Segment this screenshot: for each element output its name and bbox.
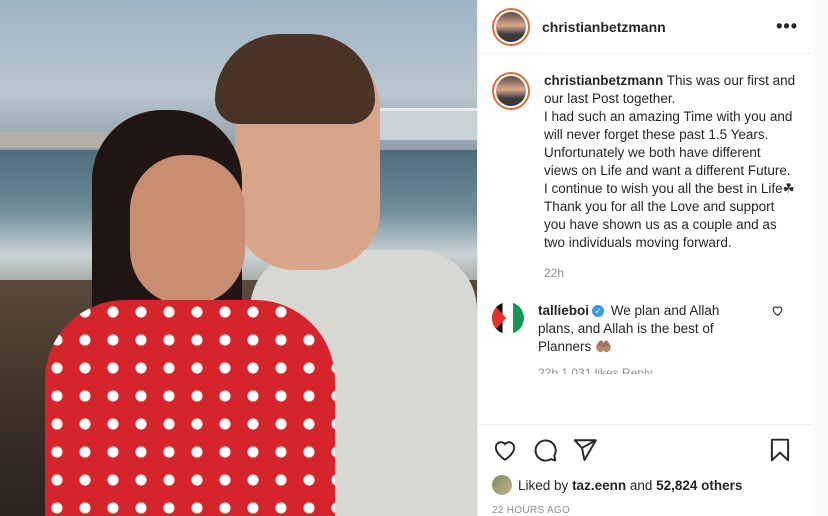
page-background-strip: [812, 0, 828, 516]
likes-connector: and: [626, 477, 657, 493]
caption-avatar[interactable]: [492, 72, 530, 110]
photo-woman-face: [130, 155, 245, 305]
post-caption: christianbetzmann This was our first and…: [478, 54, 812, 280]
commenter-avatar[interactable]: [492, 302, 524, 334]
author-username[interactable]: christianbetzmann: [542, 19, 776, 35]
likes-count[interactable]: 52,824 others: [656, 478, 742, 493]
comment-meta: 22h 1,031 likes Reply: [538, 366, 653, 374]
liker-username[interactable]: taz.eenn: [572, 478, 626, 493]
caption-username[interactable]: christianbetzmann: [544, 73, 663, 88]
comment-item: tallieboi ✓ We plan and Allah plans, and …: [478, 280, 812, 374]
likes-summary: Liked by taz.eenn and 52,824 others: [492, 475, 799, 495]
share-icon[interactable]: [572, 437, 598, 463]
author-avatar[interactable]: [492, 7, 530, 46]
likes-prefix: Liked by: [518, 477, 569, 493]
caption-text: This was our first and our last Post tog…: [544, 73, 796, 250]
verified-icon: ✓: [592, 305, 605, 318]
post-timestamp[interactable]: 22 HOURS AGO: [492, 505, 799, 516]
photo-building-left: [0, 132, 110, 148]
post-side-panel: christianbetzmann ••• christianbetzmann …: [477, 0, 813, 516]
caption-age[interactable]: 22h: [544, 266, 798, 280]
photo-woman-dress: [45, 300, 335, 516]
save-icon[interactable]: [767, 437, 793, 463]
post-actions: Liked by taz.eenn and 52,824 others 22 H…: [478, 424, 813, 516]
commenter-username[interactable]: tallieboi: [538, 303, 589, 318]
liker-avatar[interactable]: [492, 475, 512, 495]
more-icon[interactable]: •••: [776, 16, 798, 37]
photo-man-hair: [215, 34, 375, 124]
heart-small-icon[interactable]: [771, 304, 784, 320]
post-photo[interactable]: [0, 0, 477, 516]
post-header: christianbetzmann •••: [478, 0, 812, 54]
comment-icon[interactable]: [532, 437, 558, 463]
heart-icon[interactable]: [492, 437, 518, 463]
